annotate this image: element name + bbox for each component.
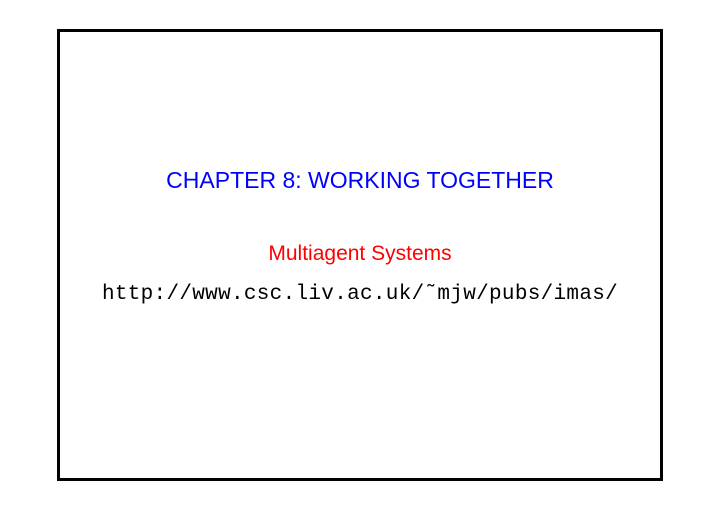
subtitle: Multiagent Systems: [268, 242, 451, 266]
url-text: http://www.csc.liv.ac.uk/˜mjw/pubs/imas/: [102, 283, 618, 306]
slide-frame: CHAPTER 8: WORKING TOGETHER Multiagent S…: [57, 29, 663, 481]
chapter-title: CHAPTER 8: WORKING TOGETHER: [166, 167, 554, 194]
